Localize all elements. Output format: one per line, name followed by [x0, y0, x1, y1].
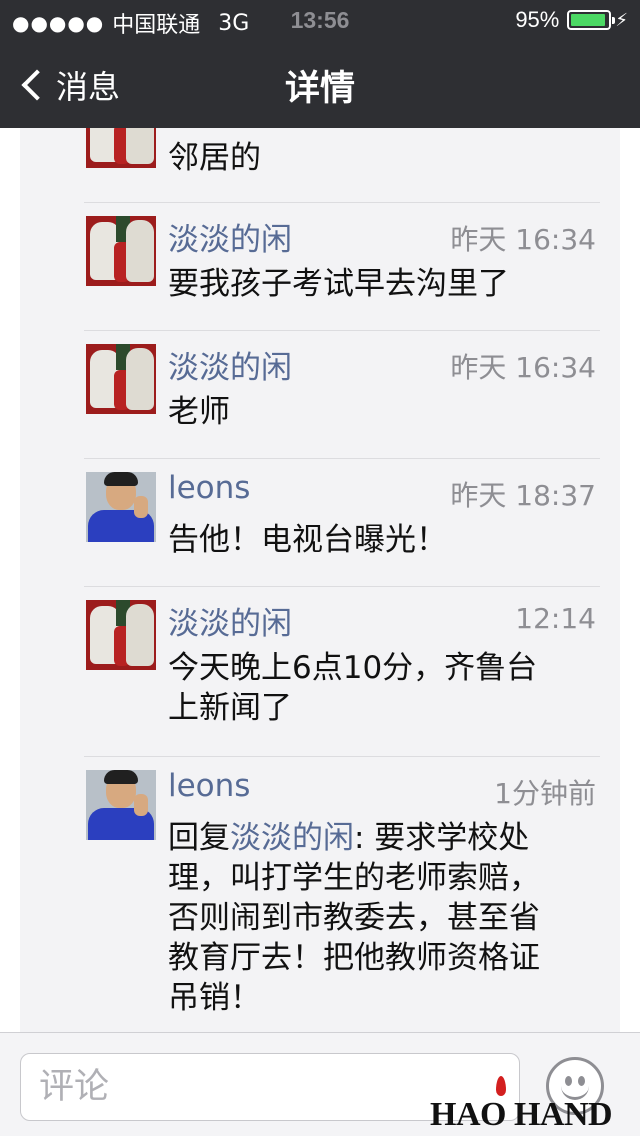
comment-text: 回复淡淡的闲: 要求学校处 理，叫打学生的老师索赔， 否则闹到市教委去，甚至省 … [168, 818, 598, 1018]
comment-text-line: 教育厅去！把他教师资格证 [168, 940, 540, 976]
comment-text: 今天晚上6点10分，齐鲁台 上新闻了 [168, 648, 598, 728]
watermark-logo: HAO HAND [430, 1076, 640, 1136]
comment-item[interactable]: leons 1分钟前 回复淡淡的闲: 要求学校处 理，叫打学生的老师索赔， 否则… [20, 756, 620, 1032]
divider [84, 586, 600, 587]
status-bar: ●●●●● 中国联通 3G 13:56 95% ⚡ [0, 0, 640, 40]
watermark-text: HAO HAND [430, 1096, 613, 1133]
polar-bear-avatar[interactable] [86, 128, 156, 168]
navigation-bar: 消息 详情 [0, 40, 640, 128]
comment-item[interactable]: leons 昨天 18:37 告他！电视台曝光！ [20, 458, 620, 586]
comment-time: 昨天 16:34 [450, 223, 596, 256]
comment-text: 老师 [168, 394, 230, 430]
comment-time: 昨天 18:37 [450, 479, 596, 512]
polar-bear-avatar[interactable] [86, 216, 156, 286]
reply-to-name[interactable]: 淡淡的闲 [230, 820, 354, 856]
divider [84, 756, 600, 757]
polar-bear-avatar[interactable] [86, 600, 156, 670]
comment-time: 12:14 [515, 602, 596, 635]
comment-text-line: 上新闻了 [168, 690, 292, 726]
divider [84, 330, 600, 331]
comment-time: 1分钟前 [494, 777, 596, 810]
commenter-name[interactable]: 淡淡的闲 [168, 214, 292, 259]
commenter-name[interactable]: 淡淡的闲 [168, 342, 292, 387]
comment-text-line: 回复淡淡的闲: 要求学校处 [168, 818, 598, 858]
commenter-name[interactable]: leons [168, 470, 250, 506]
battery-icon [567, 10, 616, 30]
battery-percent: 95% [515, 7, 560, 32]
reply-prefix: 回复 [168, 820, 230, 856]
comment-text-line: 理，叫打学生的老师索赔， [168, 860, 540, 896]
reply-text: : 要求学校处 [354, 820, 530, 856]
comment-text: 要我孩子考试早去沟里了 [168, 266, 509, 302]
divider [84, 458, 600, 459]
polar-bear-avatar[interactable] [86, 344, 156, 414]
page-title: 详情 [284, 69, 355, 109]
person-avatar[interactable] [86, 770, 156, 840]
comment-panel: 邻居的 淡淡的闲 昨天 16:34 要我孩子考试早去沟里了 淡淡的闲 昨天 16… [20, 128, 620, 1032]
comment-text: 告他！电视台曝光！ [168, 522, 447, 558]
divider [84, 202, 600, 203]
person-avatar[interactable] [86, 472, 156, 542]
comment-time: 昨天 16:34 [450, 351, 596, 384]
comment-item[interactable]: 邻居的 [20, 128, 620, 190]
comment-item[interactable]: 淡淡的闲 昨天 16:34 老师 [20, 330, 620, 458]
charging-icon: ⚡ [615, 9, 628, 31]
comment-item[interactable]: 淡淡的闲 12:14 今天晚上6点10分，齐鲁台 上新闻了 [20, 586, 620, 756]
commenter-name[interactable]: leons [168, 768, 250, 804]
comment-text: 邻居的 [168, 140, 261, 176]
comment-text-line: 否则闹到市教委去，甚至省 [168, 900, 540, 936]
comment-list[interactable]: 邻居的 淡淡的闲 昨天 16:34 要我孩子考试早去沟里了 淡淡的闲 昨天 16… [0, 128, 640, 1032]
comment-text-line: 今天晚上6点10分，齐鲁台 [168, 650, 538, 686]
comment-item[interactable]: 淡淡的闲 昨天 16:34 要我孩子考试早去沟里了 [20, 202, 620, 330]
comment-text-line: 吊销！ [168, 980, 261, 1016]
commenter-name[interactable]: 淡淡的闲 [168, 598, 292, 643]
